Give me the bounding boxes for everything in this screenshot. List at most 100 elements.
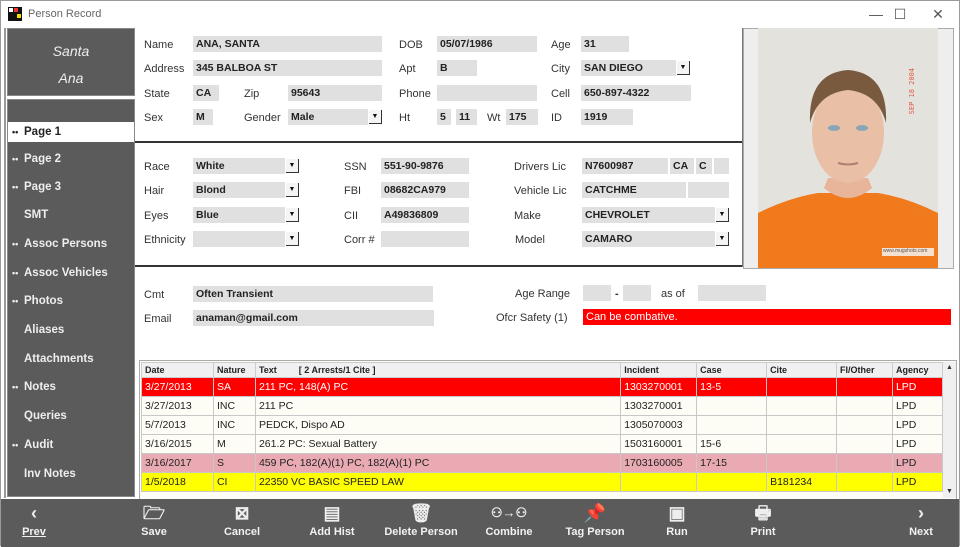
- height-inches-field[interactable]: 11: [456, 109, 477, 125]
- ssn-label: SSN: [344, 161, 367, 173]
- height-feet-field[interactable]: 5: [437, 109, 451, 125]
- name-field[interactable]: ANA, SANTA: [193, 36, 382, 52]
- col-agency[interactable]: Agency: [891, 362, 944, 378]
- age-range-to-field[interactable]: [623, 285, 651, 301]
- age-range-from-field[interactable]: [583, 285, 611, 301]
- history-row[interactable]: 3/27/2013 SA 211 PC, 148(A) PC 1303270001 13…: [141, 377, 944, 397]
- ht-label: Ht: [399, 112, 410, 124]
- col-text[interactable]: Text[ 2 Arrests/1 Cite ]: [254, 362, 622, 378]
- sidebar-item-queries[interactable]: Queries: [8, 406, 134, 426]
- age-range-dash: -: [615, 288, 619, 300]
- trash-icon: 🗑: [409, 503, 433, 523]
- make-select[interactable]: CHEVROLET: [582, 207, 715, 223]
- vehicle-lic-field[interactable]: CATCHME: [582, 182, 686, 198]
- sidebar-item-page-2[interactable]: •• Page 2: [8, 149, 134, 169]
- cii-field[interactable]: A49836809: [381, 207, 469, 223]
- gender-dropdown-icon[interactable]: ▼: [369, 110, 382, 124]
- col-cite[interactable]: Cite: [766, 362, 837, 378]
- sidebar-item-page-3[interactable]: •• Page 3: [8, 177, 134, 197]
- sidebar-item-aliases[interactable]: Aliases: [8, 320, 134, 340]
- history-scrollbar[interactable]: ▲ ▼: [943, 362, 956, 498]
- apt-field[interactable]: B: [437, 60, 477, 76]
- race-select[interactable]: White: [193, 158, 285, 174]
- sex-field[interactable]: M: [193, 109, 213, 125]
- sidebar-item-attachments[interactable]: Attachments: [8, 349, 134, 369]
- vehicle-lic-extra-field[interactable]: [688, 182, 729, 198]
- col-fi-other[interactable]: FI/Other: [836, 362, 893, 378]
- cell-fi: [836, 396, 893, 416]
- close-button[interactable]: ✕: [921, 3, 955, 25]
- model-dropdown-icon[interactable]: ▼: [716, 232, 729, 246]
- city-dropdown-icon[interactable]: ▼: [677, 61, 690, 75]
- gender-select[interactable]: Male: [288, 109, 368, 125]
- history-row[interactable]: 1/5/2018 CI 22350 VC BASIC SPEED LAW B18123…: [141, 472, 944, 492]
- model-label: Model: [515, 234, 545, 246]
- delete-person-button[interactable]: 🗑 Delete Person: [381, 501, 461, 545]
- sidebar-item-audit[interactable]: •• Audit: [8, 435, 134, 455]
- model-select[interactable]: CAMARO: [582, 231, 715, 247]
- fbi-field[interactable]: 08682CA979: [381, 182, 469, 198]
- col-case[interactable]: Case: [696, 362, 768, 378]
- address-field[interactable]: 345 BALBOA ST: [193, 60, 382, 76]
- phone-field[interactable]: [437, 85, 537, 101]
- sidebar-item-inv-notes[interactable]: Inv Notes: [8, 464, 134, 484]
- history-row[interactable]: 3/16/2017 S 459 PC, 182(A)(1) PC, 182(A)(1…: [141, 453, 944, 473]
- scroll-down-icon[interactable]: ▼: [943, 486, 956, 498]
- sidebar-item-photos[interactable]: •• Photos: [8, 291, 134, 311]
- email-label: Email: [144, 313, 172, 325]
- eyes-dropdown-icon[interactable]: ▼: [286, 208, 299, 222]
- prev-button[interactable]: ‹ Prev: [15, 501, 53, 545]
- cell-nature: CI: [212, 472, 256, 492]
- as-of-field[interactable]: [698, 285, 766, 301]
- ethnicity-select[interactable]: [193, 231, 285, 247]
- sidebar-item-assoc-vehicles[interactable]: •• Assoc Vehicles: [8, 263, 134, 283]
- zip-field[interactable]: 95643: [288, 85, 382, 101]
- maximize-button[interactable]: ☐: [883, 3, 917, 25]
- age-field[interactable]: 31: [581, 36, 629, 52]
- hair-dropdown-icon[interactable]: ▼: [286, 183, 299, 197]
- cell-field[interactable]: 650-897-4322: [581, 85, 691, 101]
- next-button[interactable]: › Next: [903, 501, 939, 545]
- col-incident[interactable]: Incident: [620, 362, 698, 378]
- drivers-lic-class-field[interactable]: C: [696, 158, 712, 174]
- sidebar-item-notes[interactable]: •• Notes: [8, 377, 134, 397]
- id-field[interactable]: 1919: [581, 109, 633, 125]
- email-field[interactable]: anaman@gmail.com: [193, 310, 434, 326]
- eyes-select[interactable]: Blue: [193, 207, 285, 223]
- ssn-field[interactable]: 551-90-9876: [381, 158, 469, 174]
- cancel-button[interactable]: ⊠ Cancel: [219, 501, 265, 545]
- run-button[interactable]: ▣ Run: [659, 501, 695, 545]
- weight-field[interactable]: 175: [506, 109, 538, 125]
- print-button[interactable]: 🖶 Print: [745, 501, 781, 545]
- race-dropdown-icon[interactable]: ▼: [286, 159, 299, 173]
- history-row[interactable]: 3/16/2015 M 261.2 PC: Sexual Battery 150316…: [141, 434, 944, 454]
- dob-field[interactable]: 05/07/1986: [437, 36, 537, 52]
- ethnicity-dropdown-icon[interactable]: ▼: [286, 232, 299, 246]
- cell-fi: [836, 415, 893, 435]
- sidebar-item-smt[interactable]: SMT: [8, 205, 134, 225]
- sidebar-item-assoc-persons[interactable]: •• Assoc Persons: [8, 234, 134, 254]
- hair-select[interactable]: Blond: [193, 182, 285, 198]
- drivers-lic-field[interactable]: N7600987: [582, 158, 668, 174]
- history-row[interactable]: 3/27/2013 INC 211 PC 1303270001 LPD: [141, 396, 944, 416]
- corr-field[interactable]: [381, 231, 469, 247]
- cell-fi: [836, 434, 893, 454]
- mugshot-photo[interactable]: SEP 18 2004 www.mugshots.com: [758, 28, 938, 268]
- add-hist-button[interactable]: ▤ Add Hist: [307, 501, 357, 545]
- combine-button[interactable]: ⚇→⚇ Combine: [483, 501, 535, 545]
- save-button[interactable]: 🗁 Save: [134, 501, 174, 545]
- drivers-lic-state-field[interactable]: CA: [670, 158, 694, 174]
- officer-safety-field[interactable]: Can be combative.: [583, 309, 951, 325]
- city-select[interactable]: SAN DIEGO: [581, 60, 676, 76]
- comment-field[interactable]: Often Transient: [193, 286, 433, 302]
- sidebar-item-page-1[interactable]: •• Page 1: [8, 122, 134, 142]
- history-row[interactable]: 5/7/2013 INC PEDCK, Dispo AD 1305070003 LPD: [141, 415, 944, 435]
- state-field[interactable]: CA: [193, 85, 219, 101]
- col-date[interactable]: Date: [141, 362, 214, 378]
- tag-person-button[interactable]: 📌 Tag Person: [565, 501, 625, 545]
- make-dropdown-icon[interactable]: ▼: [716, 208, 729, 222]
- col-nature[interactable]: Nature: [212, 362, 256, 378]
- drivers-lic-extra-field[interactable]: [714, 158, 729, 174]
- scroll-up-icon[interactable]: ▲: [943, 362, 956, 374]
- age-range-label: Age Range: [515, 288, 571, 300]
